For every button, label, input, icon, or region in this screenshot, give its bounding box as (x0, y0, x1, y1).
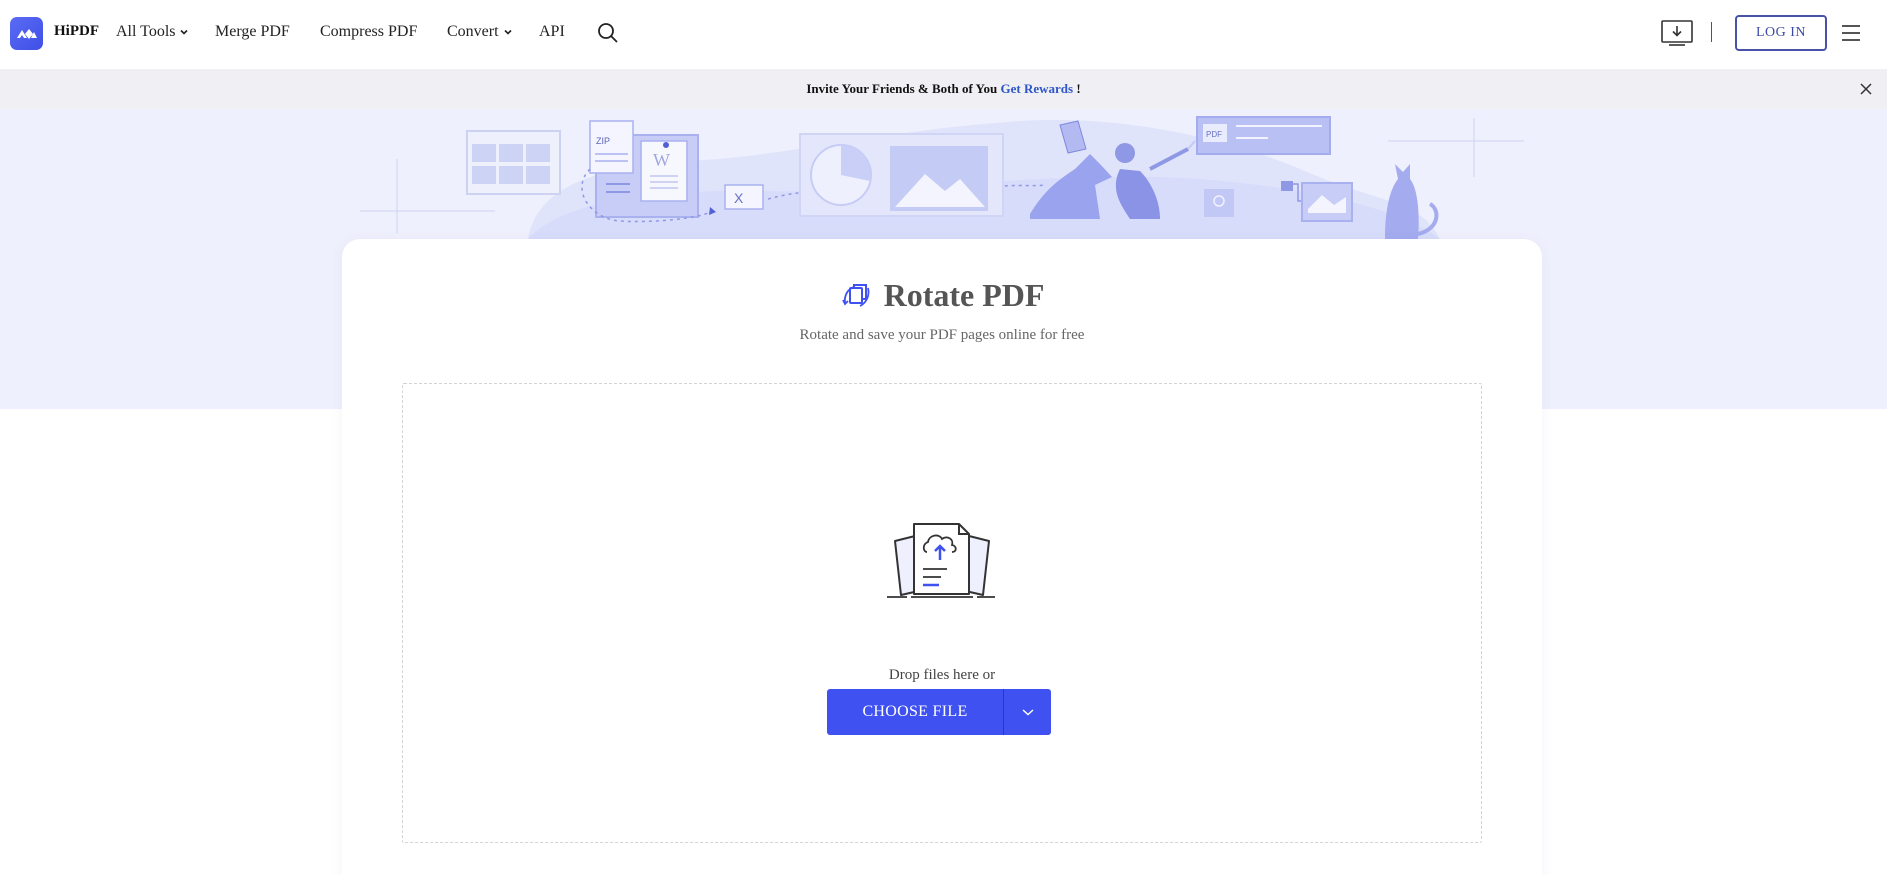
nav-all-tools[interactable]: All Tools (116, 23, 189, 41)
nav-api[interactable]: API (539, 23, 565, 41)
word-label: W (653, 150, 670, 170)
nav-merge-pdf-label: Merge PDF (215, 23, 290, 40)
chevron-down-icon (503, 29, 512, 35)
rotate-icon (841, 283, 869, 307)
choose-file-button[interactable]: CHOOSE FILE (827, 689, 1003, 735)
nav-convert-label: Convert (447, 23, 499, 40)
close-icon[interactable] (1859, 82, 1873, 96)
rotate-pdf-card: Rotate PDF Rotate and save your PDF page… (342, 239, 1542, 875)
excel-label: X (734, 190, 744, 206)
upload-cloud-icon (887, 523, 995, 598)
zip-label: ZIP (596, 136, 610, 146)
nav-merge-pdf[interactable]: Merge PDF (215, 23, 290, 41)
chevron-down-icon (1021, 709, 1034, 716)
brand-name[interactable]: HiPDF (54, 23, 99, 40)
get-rewards-link[interactable]: Get Rewards (1001, 81, 1074, 96)
nav-compress-pdf-label: Compress PDF (320, 23, 418, 40)
nav-convert[interactable]: Convert (447, 23, 513, 41)
page-title: Rotate PDF (883, 277, 1045, 313)
choose-file-group: CHOOSE FILE (827, 689, 1051, 735)
pdf-label: PDF (1206, 130, 1222, 139)
page-subtitle: Rotate and save your PDF pages online fo… (799, 327, 1085, 343)
hamburger-menu-icon[interactable] (1842, 25, 1860, 41)
choose-file-dropdown-button[interactable] (1004, 689, 1051, 735)
search-icon[interactable] (596, 21, 620, 45)
drop-prompt: Drop files here or (888, 667, 996, 683)
nav-all-tools-label: All Tools (116, 23, 176, 40)
title-row: Rotate PDF (342, 277, 1542, 314)
file-dropzone[interactable]: Drop files here or CHOOSE FILE (402, 383, 1482, 843)
login-button[interactable]: LOG IN (1735, 15, 1827, 51)
promo-text-main: Invite Your Friends & Both of You (806, 81, 1001, 96)
nav-compress-pdf[interactable]: Compress PDF (320, 23, 417, 41)
promo-banner: Invite Your Friends & Both of You Get Re… (0, 69, 1887, 109)
hipdf-logo-icon[interactable] (10, 17, 43, 50)
divider (1711, 22, 1712, 42)
promo-text: Invite Your Friends & Both of You Get Re… (806, 81, 1080, 97)
promo-suffix: ! (1073, 81, 1081, 96)
chevron-down-icon (180, 29, 189, 35)
download-app-icon[interactable] (1661, 19, 1693, 47)
top-navigation: HiPDF All Tools Merge PDF Compress PDF C… (0, 0, 1887, 69)
nav-api-label: API (539, 23, 565, 40)
